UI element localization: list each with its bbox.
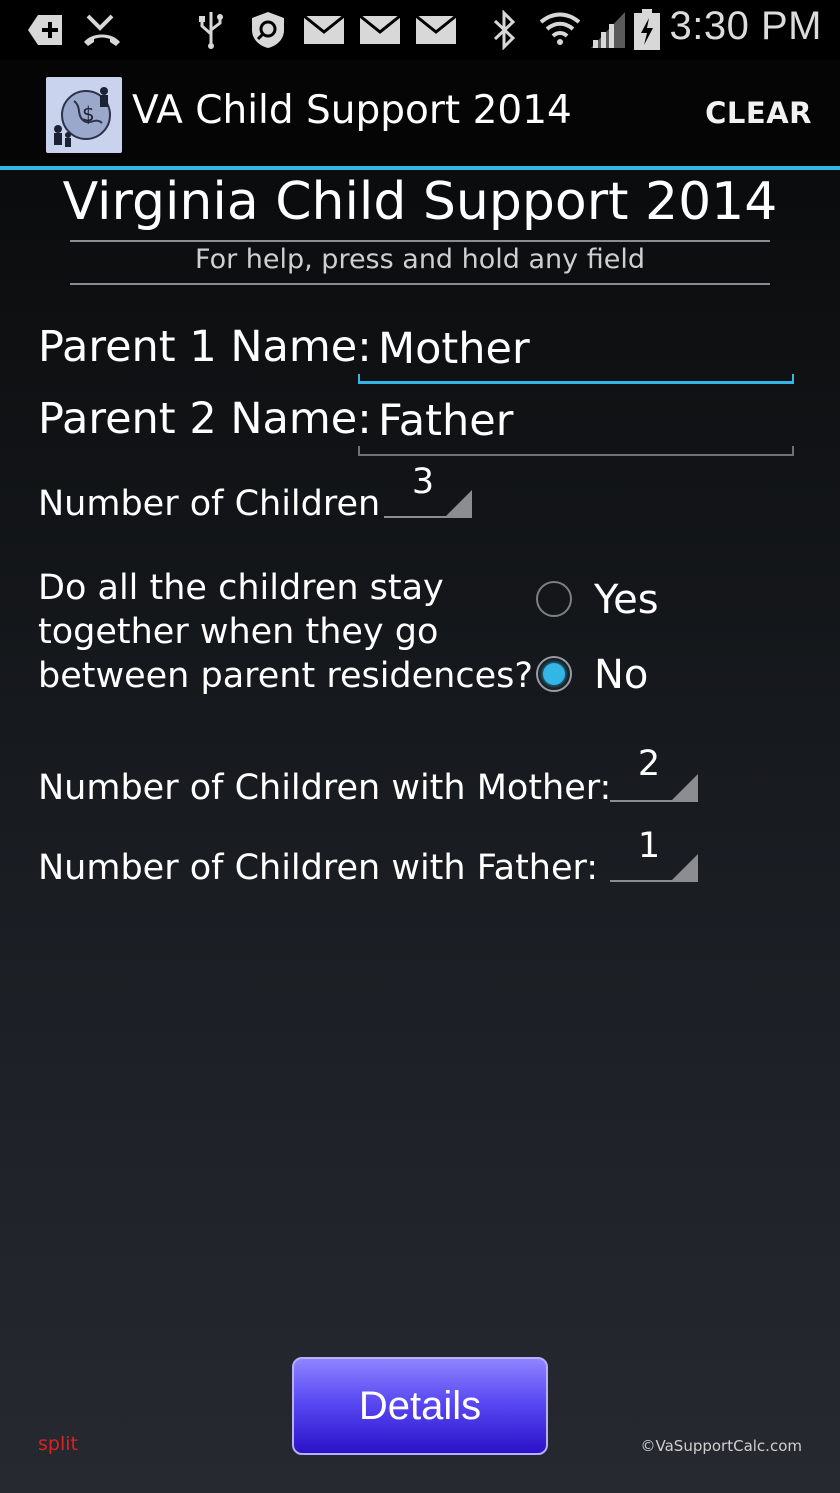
status-time: 3:30 PM xyxy=(669,4,822,48)
email-icon xyxy=(302,8,346,52)
split-link[interactable]: split xyxy=(38,1433,78,1455)
status-bar: 3:30 PM xyxy=(0,0,840,60)
missed-call-icon xyxy=(80,8,124,52)
parent1-name-value: Mother xyxy=(378,324,530,374)
radio-no-label[interactable]: No xyxy=(594,652,648,698)
usb-icon xyxy=(196,8,226,52)
parent1-name-label: Parent 1 Name: xyxy=(38,322,372,372)
number-of-children-spinner[interactable]: 3 xyxy=(384,462,472,518)
radio-yes-label[interactable]: Yes xyxy=(594,577,659,623)
children-with-mother-label: Number of Children with Mother: xyxy=(38,768,612,808)
subtitle-divider xyxy=(70,283,770,285)
radio-selected-dot xyxy=(543,663,565,685)
help-subtitle: For help, press and hold any field xyxy=(195,244,645,275)
battery-charging-icon xyxy=(632,8,662,52)
title-divider xyxy=(70,240,770,242)
app-logo-icon: $ xyxy=(46,77,122,153)
parent2-name-value: Father xyxy=(378,396,514,446)
children-with-father-spinner[interactable]: 1 xyxy=(610,826,698,882)
parent1-name-field[interactable]: Mother xyxy=(358,324,794,384)
add-notification-icon xyxy=(26,8,66,52)
signal-icon xyxy=(588,8,628,52)
email-icon xyxy=(358,8,402,52)
radio-yes[interactable] xyxy=(536,581,572,617)
security-icon xyxy=(248,8,288,52)
parent2-name-label: Parent 2 Name: xyxy=(38,394,372,444)
details-button[interactable]: Details xyxy=(292,1357,548,1455)
svg-text:$: $ xyxy=(82,102,95,126)
children-with-mother-spinner[interactable]: 2 xyxy=(610,744,698,802)
children-with-father-label: Number of Children with Father: xyxy=(38,848,599,888)
spinner-arrow-icon xyxy=(670,854,698,882)
bluetooth-icon xyxy=(488,8,520,52)
spinner-arrow-icon xyxy=(444,490,472,518)
radio-no[interactable] xyxy=(536,656,572,692)
copyright-text: ©VaSupportCalc.com xyxy=(640,1437,802,1455)
action-bar-divider xyxy=(0,166,840,170)
parent2-name-field[interactable]: Father xyxy=(358,396,794,456)
page-title: Virginia Child Support 2014 xyxy=(62,172,778,232)
number-of-children-label: Number of Children xyxy=(38,484,381,524)
action-bar: $ VA Child Support 2014 CLEAR xyxy=(0,60,840,170)
email-icon xyxy=(414,8,458,52)
children-together-question: Do all the children stay together when t… xyxy=(38,568,533,696)
wifi-icon xyxy=(538,8,582,52)
app-title: VA Child Support 2014 xyxy=(132,88,572,133)
clear-button[interactable]: CLEAR xyxy=(705,96,812,130)
spinner-arrow-icon xyxy=(670,774,698,802)
